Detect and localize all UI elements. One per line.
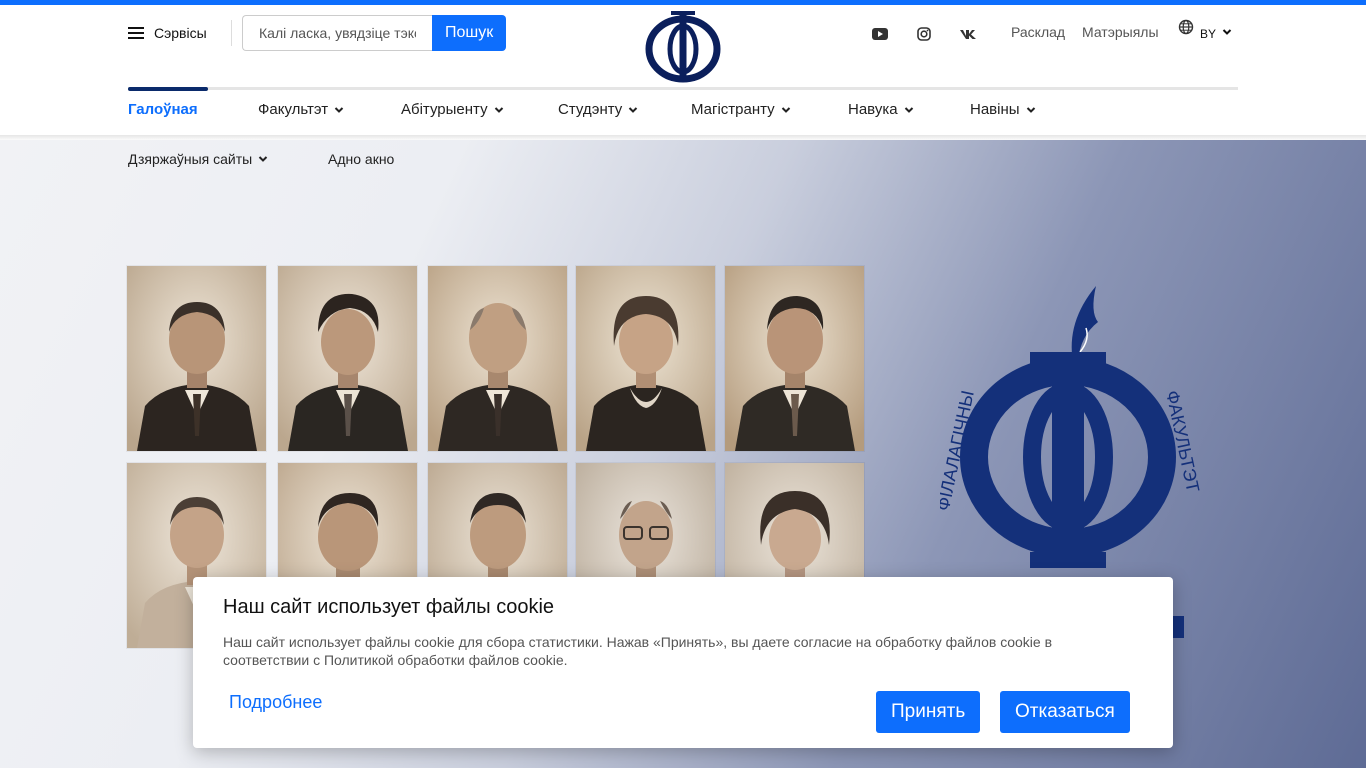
cookie-accept-button[interactable]: Принять — [876, 691, 981, 733]
globe-icon — [1178, 19, 1194, 35]
chevron-down-icon — [259, 156, 268, 162]
portrait-photo — [127, 266, 266, 451]
site-header: Сэрвісы Пошук Расклад Матэрыялы BY Галоў… — [0, 5, 1366, 135]
nav-item-student[interactable]: Студэнту — [558, 101, 638, 118]
nav-item-home[interactable]: Галоўная — [128, 101, 198, 118]
services-menu-button[interactable]: Сэрвісы — [128, 25, 207, 41]
nav-item-applicant[interactable]: Абітурыенту — [401, 101, 504, 118]
chevron-down-icon — [1026, 106, 1035, 113]
search-form: Пошук — [242, 15, 507, 51]
nav-item-label: Магістранту — [691, 101, 775, 118]
faculty-emblem: ФІЛАЛАГІЧНЫ ФАКУЛЬТЭТ — [940, 286, 1203, 568]
portrait-photo — [576, 266, 715, 451]
nav-item-one-window[interactable]: Адно акно — [328, 151, 394, 167]
chevron-down-icon — [781, 106, 790, 113]
cookie-consent-dialog: Наш сайт использует файлы cookie Наш сай… — [193, 577, 1173, 748]
cookie-decline-button[interactable]: Отказаться — [1000, 691, 1130, 733]
cookie-more-link[interactable]: Подробнее — [229, 692, 322, 713]
header-divider — [231, 20, 232, 46]
portrait-photo — [428, 266, 567, 451]
nav-item-label: Навіны — [970, 101, 1020, 118]
hamburger-icon — [128, 27, 144, 39]
youtube-icon[interactable] — [870, 25, 890, 43]
language-selector[interactable]: BY — [1178, 19, 1232, 41]
nav-item-label: Студэнту — [558, 101, 623, 118]
cookie-title: Наш сайт использует файлы cookie — [223, 596, 555, 618]
services-label: Сэрвісы — [154, 25, 207, 41]
nav-item-label: Адно акно — [328, 151, 395, 167]
nav-item-news[interactable]: Навіны — [970, 101, 1036, 118]
nav-item-master[interactable]: Магістранту — [691, 101, 791, 118]
nav-divider — [128, 87, 1238, 90]
instagram-icon[interactable] — [914, 25, 934, 43]
chevron-down-icon — [904, 106, 913, 113]
nav-item-label: Навука — [848, 101, 898, 118]
schedule-link[interactable]: Расклад — [1011, 24, 1065, 40]
nav-item-faculty[interactable]: Факультэт — [258, 101, 344, 118]
search-button[interactable]: Пошук — [432, 15, 507, 51]
chevron-down-icon — [494, 106, 503, 113]
nav-item-label: Галоўная — [128, 101, 198, 118]
materials-link[interactable]: Матэрыялы — [1082, 24, 1159, 40]
chevron-down-icon — [1222, 29, 1232, 35]
nav-item-science[interactable]: Навука — [848, 101, 914, 118]
vk-icon[interactable] — [958, 25, 978, 43]
portrait-photo — [278, 266, 417, 451]
nav-item-label: Дзяржаўныя сайты — [128, 151, 253, 167]
cookie-text: Наш сайт использует файлы cookie для сбо… — [223, 634, 1053, 668]
search-input[interactable] — [242, 15, 432, 51]
nav-item-gov-sites[interactable]: Дзяржаўныя сайты — [128, 151, 268, 167]
nav-active-indicator — [128, 87, 208, 91]
nav-item-label: Факультэт — [258, 101, 329, 118]
language-code: BY — [1200, 27, 1217, 41]
nav-item-label: Абітурыенту — [401, 101, 488, 118]
chevron-down-icon — [334, 106, 344, 113]
chevron-down-icon — [629, 106, 638, 113]
portrait-photo — [725, 266, 864, 451]
faculty-logo[interactable] — [643, 7, 723, 83]
